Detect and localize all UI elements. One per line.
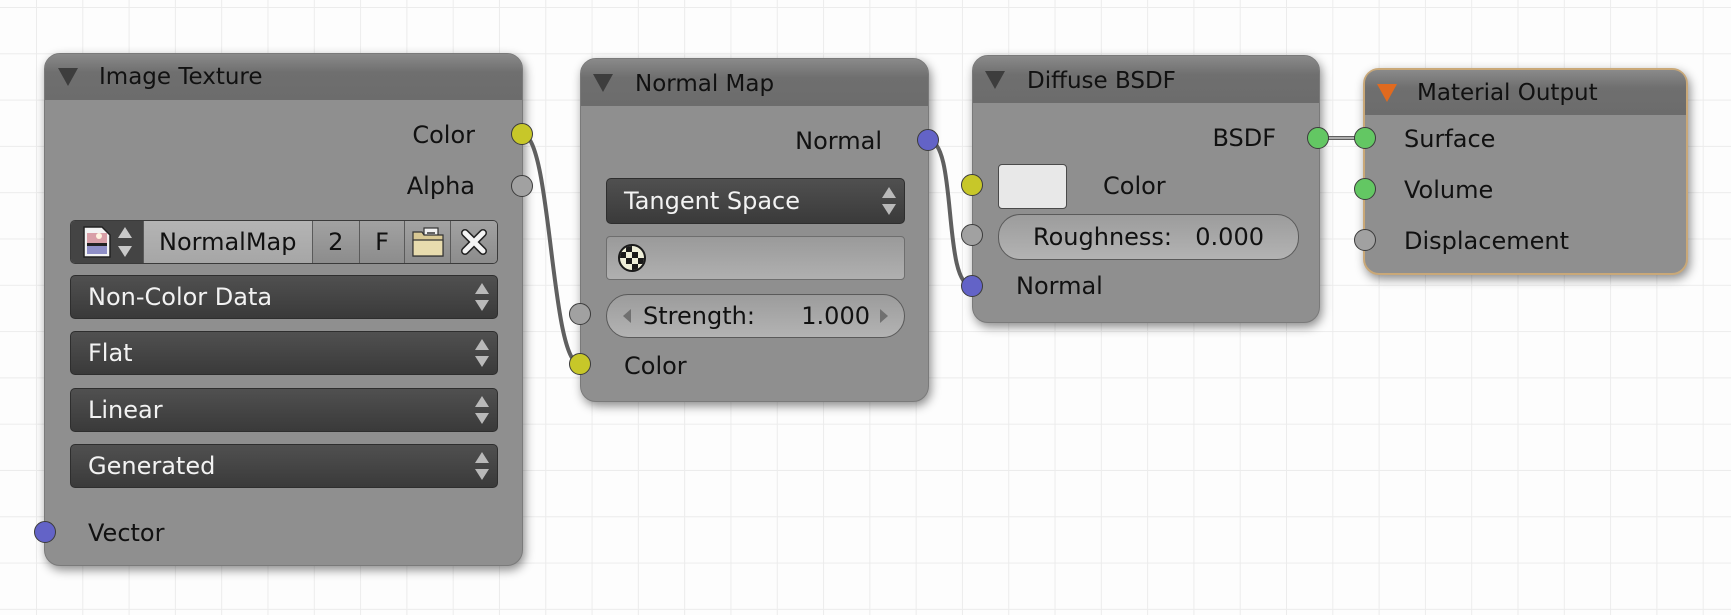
source-dropdown[interactable]: Generated [70, 444, 498, 488]
normal-map-node[interactable]: Normal Map Normal Tangent Space Strength… [580, 58, 929, 402]
node-header[interactable]: Image Texture [45, 54, 522, 100]
increment-arrow-icon[interactable] [880, 309, 888, 323]
node-header[interactable]: Normal Map [581, 59, 928, 106]
image-texture-node[interactable]: Image Texture Color Alpha NormalMap 2 F [44, 53, 523, 566]
decrement-arrow-icon[interactable] [623, 309, 631, 323]
roughness-value: 0.000 [1195, 223, 1264, 251]
updown-arrows-icon [882, 187, 896, 215]
input-label-displacement: Displacement [1404, 227, 1569, 255]
socket-normalmap-normal-output[interactable] [917, 129, 939, 151]
output-label-bsdf: BSDF [1212, 124, 1276, 152]
node-title: Material Output [1417, 80, 1598, 106]
image-icon [83, 226, 111, 258]
image-name-field[interactable]: NormalMap [143, 221, 313, 263]
output-label-normal: Normal [795, 127, 882, 155]
uv-map-field[interactable] [606, 236, 905, 280]
output-label-color: Color [412, 121, 475, 149]
socket-output-surface-input[interactable] [1354, 127, 1376, 149]
updown-arrows-icon [475, 452, 489, 480]
uv-checker-icon [618, 244, 646, 272]
node-title: Normal Map [635, 71, 775, 97]
socket-image-vector-input[interactable] [34, 521, 56, 543]
socket-output-volume-input[interactable] [1354, 178, 1376, 200]
unlink-image-button[interactable] [451, 221, 497, 263]
strength-value: 1.000 [801, 302, 870, 330]
color-space-dropdown[interactable]: Non-Color Data [70, 275, 498, 319]
socket-diffuse-color-input[interactable] [961, 174, 983, 196]
input-label-normal: Normal [1016, 272, 1103, 300]
roughness-slider[interactable]: Roughness: 0.000 [998, 214, 1299, 260]
socket-diffuse-bsdf-output[interactable] [1307, 127, 1329, 149]
roughness-label: Roughness: [1033, 223, 1173, 251]
image-users-count-button[interactable]: 2 [312, 221, 360, 263]
source-value: Generated [88, 452, 216, 480]
node-header[interactable]: Material Output [1365, 70, 1686, 115]
updown-arrows-icon [475, 283, 489, 311]
normal-space-value: Tangent Space [624, 187, 800, 215]
image-datablock-row: NormalMap 2 F [70, 220, 498, 264]
input-label-surface: Surface [1404, 125, 1496, 153]
node-title: Diffuse BSDF [1027, 68, 1176, 94]
strength-label: Strength: [643, 302, 755, 330]
collapse-triangle-icon[interactable] [593, 74, 613, 92]
strength-slider[interactable]: Strength: 1.000 [606, 294, 905, 338]
browse-arrows-icon [117, 227, 132, 257]
node-title: Image Texture [99, 64, 263, 90]
fake-user-button[interactable]: F [359, 221, 406, 263]
socket-normalmap-color-input[interactable] [569, 353, 591, 375]
interpolation-value: Linear [88, 396, 163, 424]
color-space-value: Non-Color Data [88, 283, 273, 311]
socket-output-displacement-input[interactable] [1354, 229, 1376, 251]
image-browse-button[interactable] [71, 221, 144, 263]
socket-normalmap-strength-input[interactable] [569, 303, 591, 325]
updown-arrows-icon [475, 396, 489, 424]
updown-arrows-icon [475, 339, 489, 367]
link-normalmap-normal-to-diffuse-normal[interactable] [927, 138, 973, 288]
interpolation-dropdown[interactable]: Linear [70, 388, 498, 432]
material-output-node[interactable]: Material Output Surface Volume Displacem… [1363, 68, 1688, 275]
input-label-color: Color [624, 352, 687, 380]
input-label-color: Color [1103, 172, 1166, 200]
normal-space-dropdown[interactable]: Tangent Space [606, 178, 905, 224]
color-swatch[interactable] [998, 164, 1067, 209]
open-image-button[interactable] [405, 221, 452, 263]
socket-diffuse-normal-input[interactable] [961, 275, 983, 297]
projection-dropdown[interactable]: Flat [70, 331, 498, 375]
link-image-color-to-normalmap-color[interactable] [521, 132, 581, 366]
unlink-x-icon [461, 229, 488, 255]
input-label-vector: Vector [88, 519, 165, 547]
collapse-triangle-icon[interactable] [985, 71, 1005, 89]
output-label-alpha: Alpha [406, 172, 475, 200]
input-label-volume: Volume [1404, 176, 1494, 204]
diffuse-bsdf-node[interactable]: Diffuse BSDF BSDF Color Roughness: 0.000… [972, 55, 1320, 323]
socket-image-alpha-output[interactable] [511, 175, 533, 197]
node-header[interactable]: Diffuse BSDF [973, 56, 1319, 103]
socket-image-color-output[interactable] [511, 123, 533, 145]
socket-diffuse-roughness-input[interactable] [961, 224, 983, 246]
collapse-triangle-icon[interactable] [1377, 84, 1397, 102]
collapse-triangle-icon[interactable] [58, 68, 78, 86]
open-folder-icon [412, 227, 444, 257]
projection-value: Flat [88, 339, 133, 367]
